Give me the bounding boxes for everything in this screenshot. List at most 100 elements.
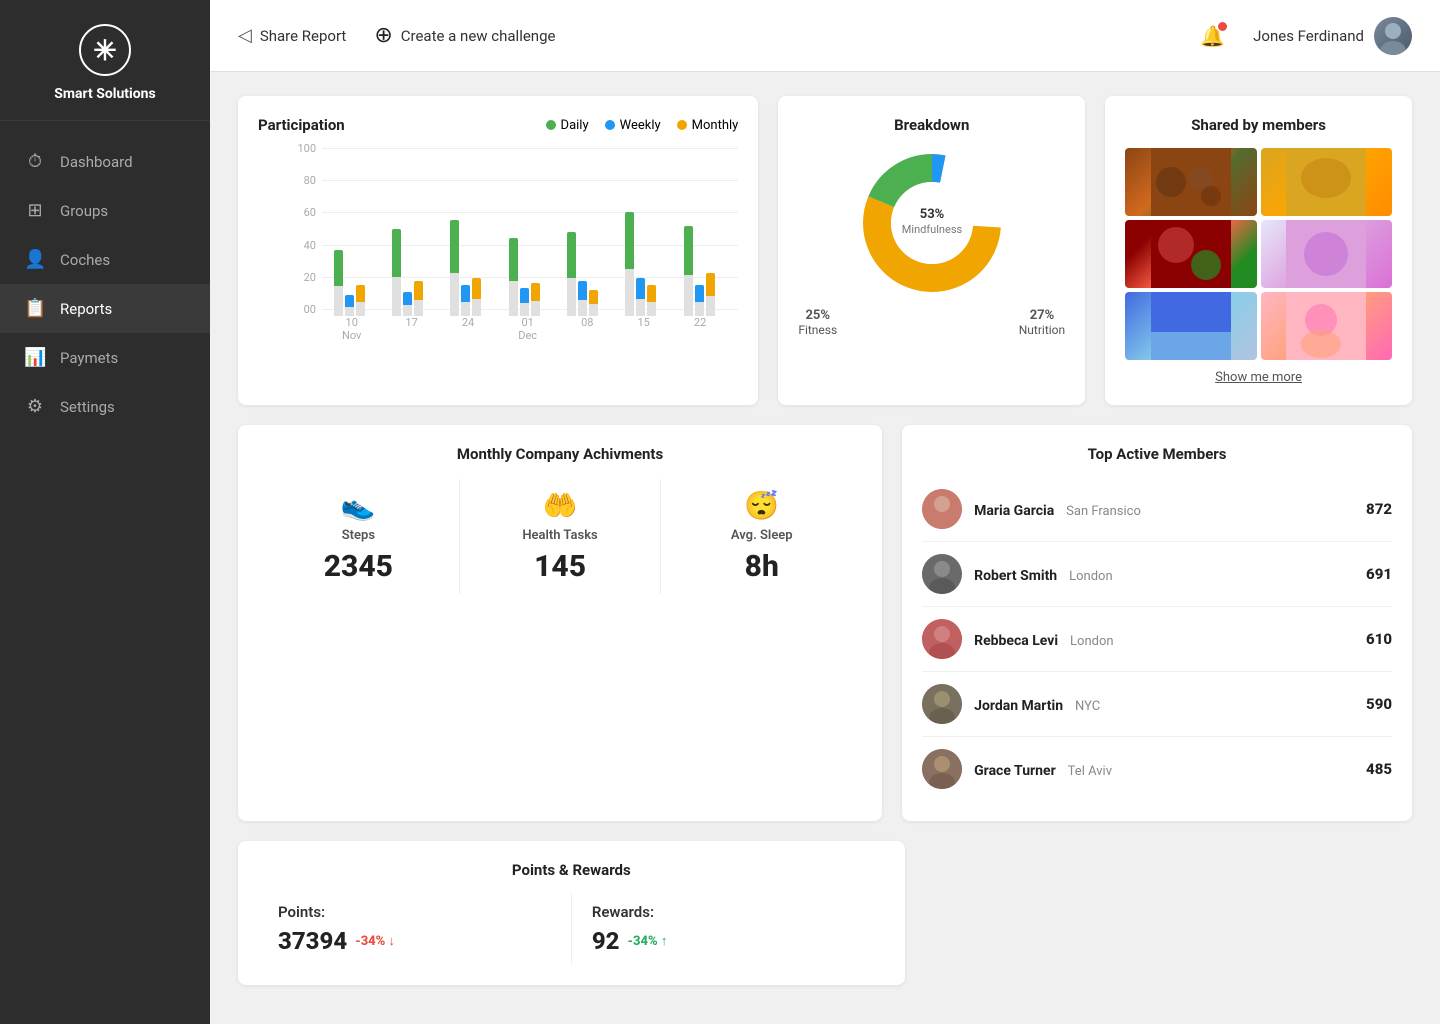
- rewards-label: Rewards:: [592, 903, 865, 921]
- sidebar-logo: ✳ Smart Solutions: [0, 0, 210, 121]
- nutrition-label: Nutrition: [1019, 323, 1065, 337]
- shared-photo-6: [1261, 292, 1392, 360]
- sidebar-item-reports[interactable]: 📋 Reports: [0, 284, 210, 333]
- bar-daily: [450, 220, 459, 316]
- sidebar-item-groups[interactable]: ⊞ Groups: [0, 186, 210, 235]
- member-location-2: London: [1070, 634, 1114, 649]
- shared-photo-2: [1261, 148, 1392, 216]
- paymets-icon: 📊: [24, 347, 46, 368]
- notification-button[interactable]: 🔔: [1200, 24, 1225, 48]
- share-report-button[interactable]: ◁ Share Report: [238, 25, 346, 46]
- top-members-title: Top Active Members: [922, 445, 1392, 463]
- settings-icon: ⚙: [24, 396, 46, 417]
- bar-daily: [625, 212, 634, 316]
- donut-chart: 53% Mindfulness: [798, 148, 1065, 298]
- sidebar-item-coches[interactable]: 👤 Coches: [0, 235, 210, 284]
- bar-daily: [392, 229, 401, 316]
- show-more-button[interactable]: Show me more: [1125, 370, 1392, 385]
- member-row: Grace Turner Tel Aviv 485: [922, 737, 1392, 801]
- row-2: Monthly Company Achivments 👟 Steps 2345 …: [238, 425, 1412, 821]
- bar-weekly: [403, 292, 412, 316]
- member-info-2: Rebbeca Levi London: [974, 630, 1354, 649]
- member-location-4: Tel Aviv: [1068, 764, 1112, 779]
- breakdown-title: Breakdown: [798, 116, 1065, 134]
- points-section: Points: 37394 -34% ↓: [258, 893, 572, 965]
- metric-value-2: 8h: [745, 549, 779, 584]
- bar-group: [334, 250, 365, 316]
- sidebar-brand: Smart Solutions: [54, 86, 155, 102]
- main-content: ◁ Share Report ⊕ Create a new challenge …: [210, 0, 1440, 1024]
- member-info-4: Grace Turner Tel Aviv: [974, 760, 1354, 779]
- groups-label: Groups: [60, 202, 108, 220]
- bar-weekly: [345, 295, 354, 316]
- shared-photo-5: [1125, 292, 1256, 360]
- shared-photo-1: [1125, 148, 1256, 216]
- create-challenge-label: Create a new challenge: [401, 27, 556, 45]
- bar-weekly: [695, 285, 704, 316]
- metric-label-2: Avg. Sleep: [731, 528, 793, 543]
- bar-group: [567, 232, 598, 316]
- bar-daily: [567, 232, 576, 316]
- member-name-4: Grace Turner: [974, 763, 1056, 779]
- metric-icon-1: 🤲: [543, 489, 578, 522]
- member-location-1: London: [1069, 569, 1113, 584]
- metric-value-0: 2345: [324, 549, 393, 584]
- metric-icon-0: 👟: [341, 489, 376, 522]
- bar-weekly: [636, 278, 645, 316]
- settings-label: Settings: [60, 398, 115, 416]
- photo-grid: [1125, 148, 1392, 360]
- achievements-title: Monthly Company Achivments: [258, 445, 862, 463]
- notification-dot: [1218, 22, 1227, 31]
- bar-monthly: [356, 285, 365, 316]
- bar-weekly: [578, 281, 587, 316]
- header: ◁ Share Report ⊕ Create a new challenge …: [210, 0, 1440, 72]
- members-list: Maria Garcia San Fransico 872 Robert Smi…: [922, 477, 1392, 801]
- user-menu[interactable]: Jones Ferdinand: [1253, 17, 1412, 55]
- member-score-1: 691: [1366, 565, 1392, 583]
- row-1: Participation DailyWeeklyMonthly 1008060…: [238, 96, 1412, 405]
- member-row: Maria Garcia San Fransico 872: [922, 477, 1392, 542]
- bar-chart: 1008060402000: [258, 142, 738, 342]
- member-name-0: Maria Garcia: [974, 503, 1054, 519]
- bar-monthly: [647, 285, 656, 316]
- member-location-0: San Fransico: [1066, 504, 1141, 519]
- logo-icon: ✳: [79, 24, 131, 76]
- member-score-0: 872: [1366, 500, 1392, 518]
- groups-icon: ⊞: [24, 200, 46, 221]
- metric-label-0: Steps: [342, 528, 375, 543]
- participation-card: Participation DailyWeeklyMonthly 1008060…: [238, 96, 758, 405]
- bar-daily: [334, 250, 343, 316]
- user-name: Jones Ferdinand: [1253, 27, 1364, 45]
- rewards-value: 92: [592, 927, 620, 955]
- coches-label: Coches: [60, 251, 110, 269]
- share-icon: ◁: [238, 25, 252, 46]
- bar-monthly: [472, 278, 481, 316]
- sidebar-item-paymets[interactable]: 📊 Paymets: [0, 333, 210, 382]
- points-change: -34% ↓: [355, 933, 395, 949]
- bar-monthly: [414, 281, 423, 316]
- user-avatar: [1374, 17, 1412, 55]
- member-avatar-0: [922, 489, 962, 529]
- member-row: Rebbeca Levi London 610: [922, 607, 1392, 672]
- member-name-1: Robert Smith: [974, 568, 1057, 584]
- member-score-2: 610: [1366, 630, 1392, 648]
- member-avatar-1: [922, 554, 962, 594]
- svg-text:53%: 53%: [919, 207, 944, 222]
- dashboard-label: Dashboard: [60, 153, 133, 171]
- member-info-0: Maria Garcia San Fransico: [974, 500, 1354, 519]
- sidebar: ✳ Smart Solutions ⏱ Dashboard ⊞ Groups 👤…: [0, 0, 210, 1024]
- paymets-label: Paymets: [60, 349, 118, 367]
- points-card: Points & Rewards Points: 37394 -34% ↓ Re…: [238, 841, 905, 985]
- reports-label: Reports: [60, 300, 112, 318]
- create-challenge-button[interactable]: ⊕ Create a new challenge: [374, 23, 555, 48]
- achievements-card: Monthly Company Achivments 👟 Steps 2345 …: [238, 425, 882, 821]
- sidebar-item-dashboard[interactable]: ⏱ Dashboard: [0, 137, 210, 186]
- points-title: Points & Rewards: [258, 861, 885, 879]
- create-icon: ⊕: [374, 23, 392, 48]
- svg-text:Mindfulness: Mindfulness: [902, 223, 963, 236]
- member-name-3: Jordan Martin: [974, 698, 1063, 714]
- nutrition-percent: 27%: [1019, 308, 1065, 323]
- metrics-row: 👟 Steps 2345 🤲 Health Tasks 145 😴 Avg. S…: [258, 479, 862, 594]
- legend-monthly: Monthly: [677, 118, 739, 133]
- sidebar-item-settings[interactable]: ⚙ Settings: [0, 382, 210, 431]
